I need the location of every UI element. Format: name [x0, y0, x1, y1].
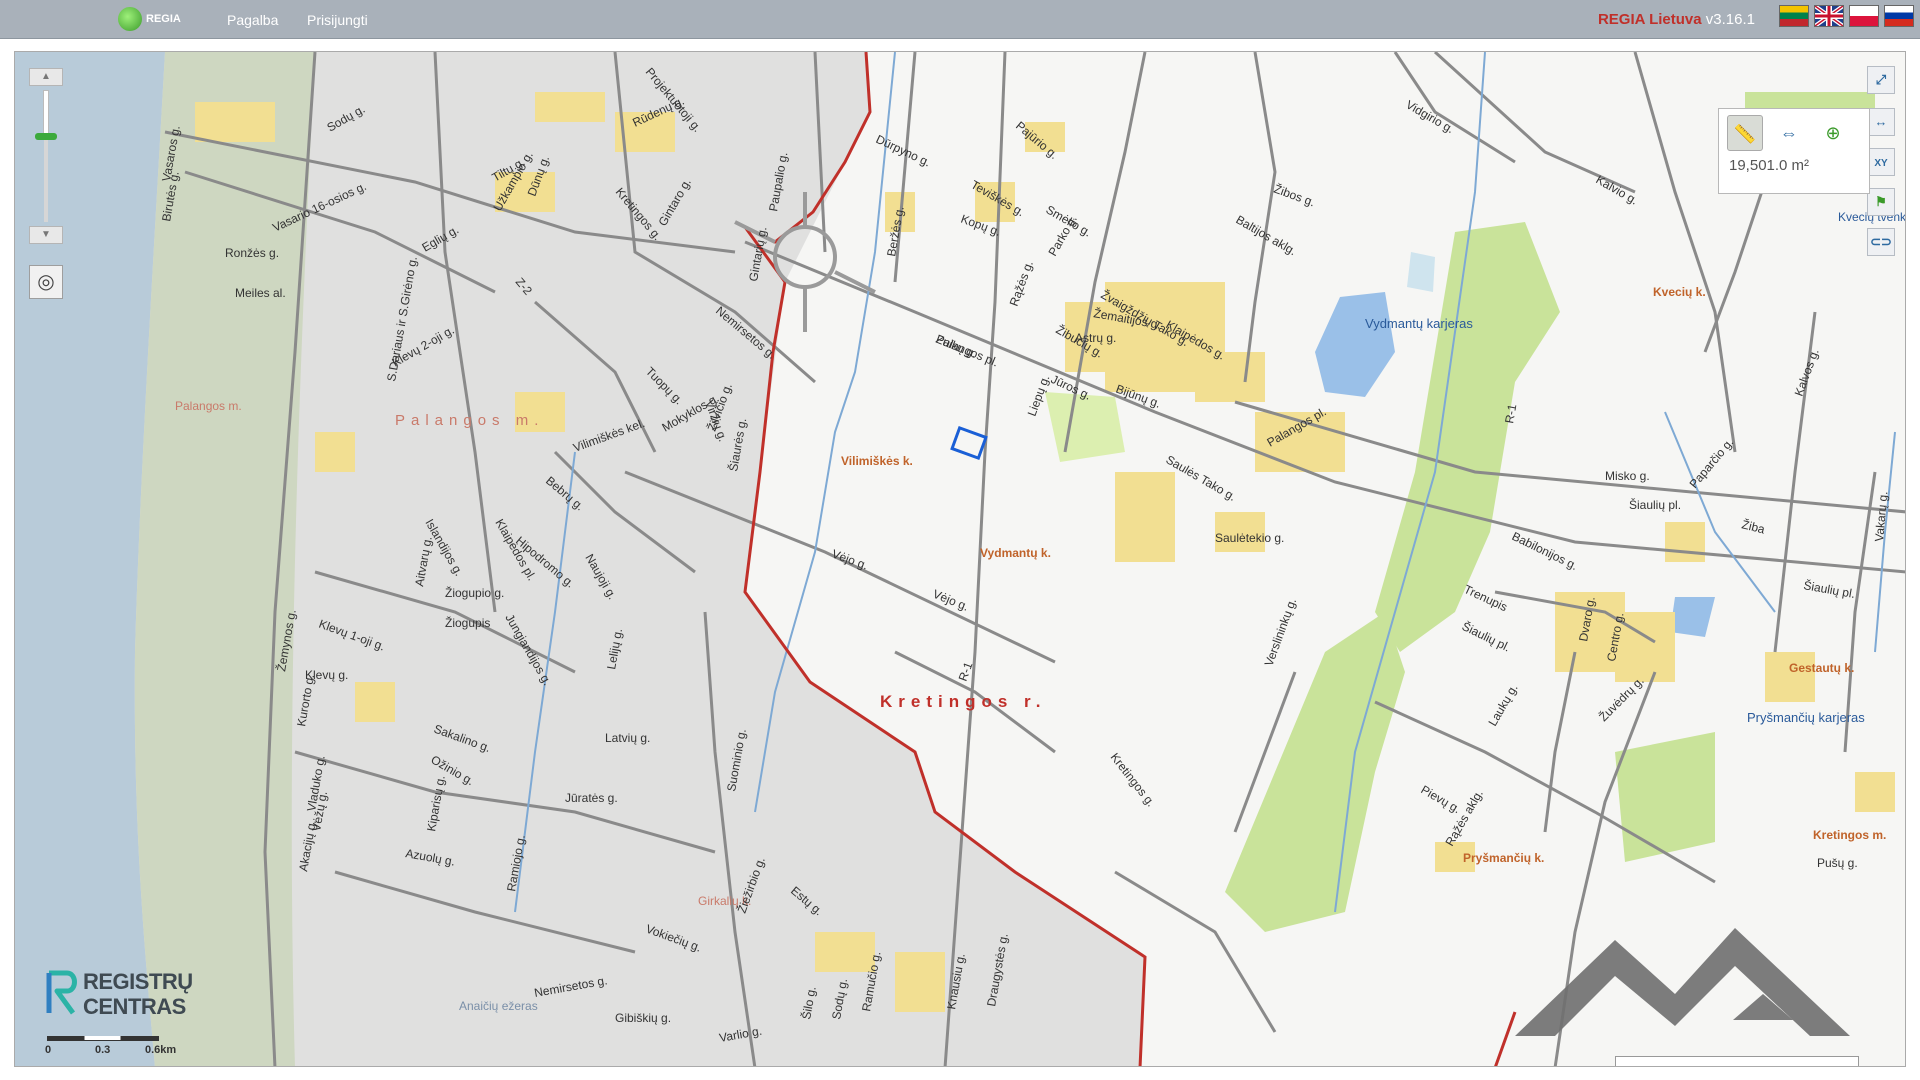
zoom-control: ▲ ▼ [29, 68, 63, 244]
move-icon: ↔ [1874, 114, 1888, 129]
language-flags [1779, 5, 1914, 27]
street-label: Jūratės g. [565, 791, 618, 805]
water-label: Vydmantų karjeras [1365, 316, 1473, 331]
street-label: Latvių g. [605, 731, 650, 745]
globe-icon: ⊕ [1825, 123, 1841, 143]
centras-line: CENTRAS [83, 994, 186, 1019]
app-brand: REGIA Lietuva [1597, 11, 1702, 28]
area-measure-button[interactable]: 📏 [1727, 115, 1763, 151]
zoom-out-button[interactable]: ▼ [29, 226, 63, 244]
street-label: Saulėtekio g. [1215, 531, 1284, 545]
link-icon: ⊂⊃ [1870, 234, 1892, 249]
zoom-track-fill [43, 90, 49, 134]
flag-icon: ⚑ [1875, 194, 1887, 209]
scale-label: 0 [45, 1044, 52, 1056]
place-label: Palangos m. [395, 412, 544, 429]
lithuania-flag-icon[interactable] [1779, 5, 1809, 27]
distance-icon: ⇔ [1780, 123, 1798, 143]
measured-area: 19,501.0 m² [1729, 157, 1810, 174]
help-link[interactable]: Pagalba [227, 12, 278, 28]
ruler-icon: 📏 [1733, 124, 1757, 144]
uk-flag-icon[interactable] [1814, 5, 1844, 27]
street-label: Meiles al. [235, 286, 286, 300]
zoom-handle[interactable] [35, 133, 57, 140]
layer-select[interactable]: Pasirinkite sluoksnį temą [1615, 1056, 1859, 1066]
place-label: Vydmantų k. [980, 546, 1051, 560]
scale-label: 0.3 [95, 1044, 111, 1056]
version-number: v3.16.1 [1705, 11, 1755, 28]
link-button[interactable]: ⊂⊃ [1867, 228, 1895, 256]
scale-line [47, 1036, 159, 1041]
scale-bar: 0 0.3 0.6km [45, 1034, 177, 1060]
place-label: Kretingos m. [1813, 828, 1886, 842]
water-label: Pryšmančių karjeras [1747, 710, 1865, 725]
place-label: Kretingos r. [880, 692, 1046, 711]
immo-watermark: IMMO.LT [1505, 908, 1905, 1066]
xy-coordinates-button[interactable]: XY [1867, 148, 1895, 176]
scale-label: 0.6km [145, 1044, 177, 1056]
regia-logo-icon [118, 7, 142, 31]
distance-measure-button[interactable]: ⇔ [1771, 115, 1807, 151]
top-bar: REGIA Pagalba Prisijungti REGIA Lietuva … [0, 0, 1920, 39]
globe-measure-button[interactable]: ⊕ [1815, 115, 1851, 151]
login-link[interactable]: Prisijungti [307, 12, 368, 28]
russia-flag-icon[interactable] [1884, 5, 1914, 27]
measure-panel: 📏 ⇔ ⊕ 19,501.0 m² [1718, 108, 1870, 194]
place-label: Palangos m. [175, 399, 242, 413]
zoom-slider[interactable] [29, 86, 63, 226]
water-label: Anaičių ežeras [459, 999, 538, 1013]
registru-centras-name: REGISTRŲ CENTRAS [83, 969, 193, 1019]
regia-logo-text: REGIA [146, 13, 181, 25]
street-label: Šiaulių pl. [1629, 497, 1681, 512]
fullscreen-button[interactable]: ⤢ [1867, 66, 1895, 94]
registru-line: REGISTRŲ [83, 969, 193, 994]
poland-flag-icon[interactable] [1849, 5, 1879, 27]
flag-button[interactable]: ⚑ [1867, 188, 1895, 216]
immo-roof-icon [1515, 928, 1850, 1036]
place-label: Kvecių k. [1653, 285, 1706, 299]
street-label: Misko g. [1605, 469, 1650, 483]
app-version: REGIA Lietuva v3.16.1 [1598, 11, 1755, 28]
registru-centras-r-icon [46, 970, 77, 1015]
measure-tool-button[interactable]: ↔ [1867, 108, 1895, 136]
street-label: Žiogupis [445, 615, 490, 630]
place-label: Gestautų k. [1789, 661, 1854, 675]
street-label: Ronžės g. [225, 246, 279, 260]
place-label: Pryšmančių k. [1463, 851, 1544, 865]
place-label: Vilimiškės k. [841, 454, 913, 468]
locate-me-button[interactable]: ◎ [29, 265, 63, 299]
regia-logo[interactable]: REGIA [118, 7, 181, 31]
xy-coordinates-icon: XY [1874, 158, 1888, 169]
fullscreen-icon: ⤢ [1875, 72, 1887, 87]
pond [1407, 252, 1435, 292]
map-view[interactable]: Palangos m. Kretingos r. Palangos m. Vil… [14, 51, 1906, 1067]
street-label: Žiogupio g. [445, 585, 504, 600]
street-label: Gibiškių g. [615, 1011, 671, 1025]
street-label: Pušų g. [1817, 856, 1858, 870]
zoom-in-button[interactable]: ▲ [29, 68, 63, 86]
orchard-area [1615, 732, 1715, 862]
crosshair-icon: ◎ [37, 271, 55, 293]
